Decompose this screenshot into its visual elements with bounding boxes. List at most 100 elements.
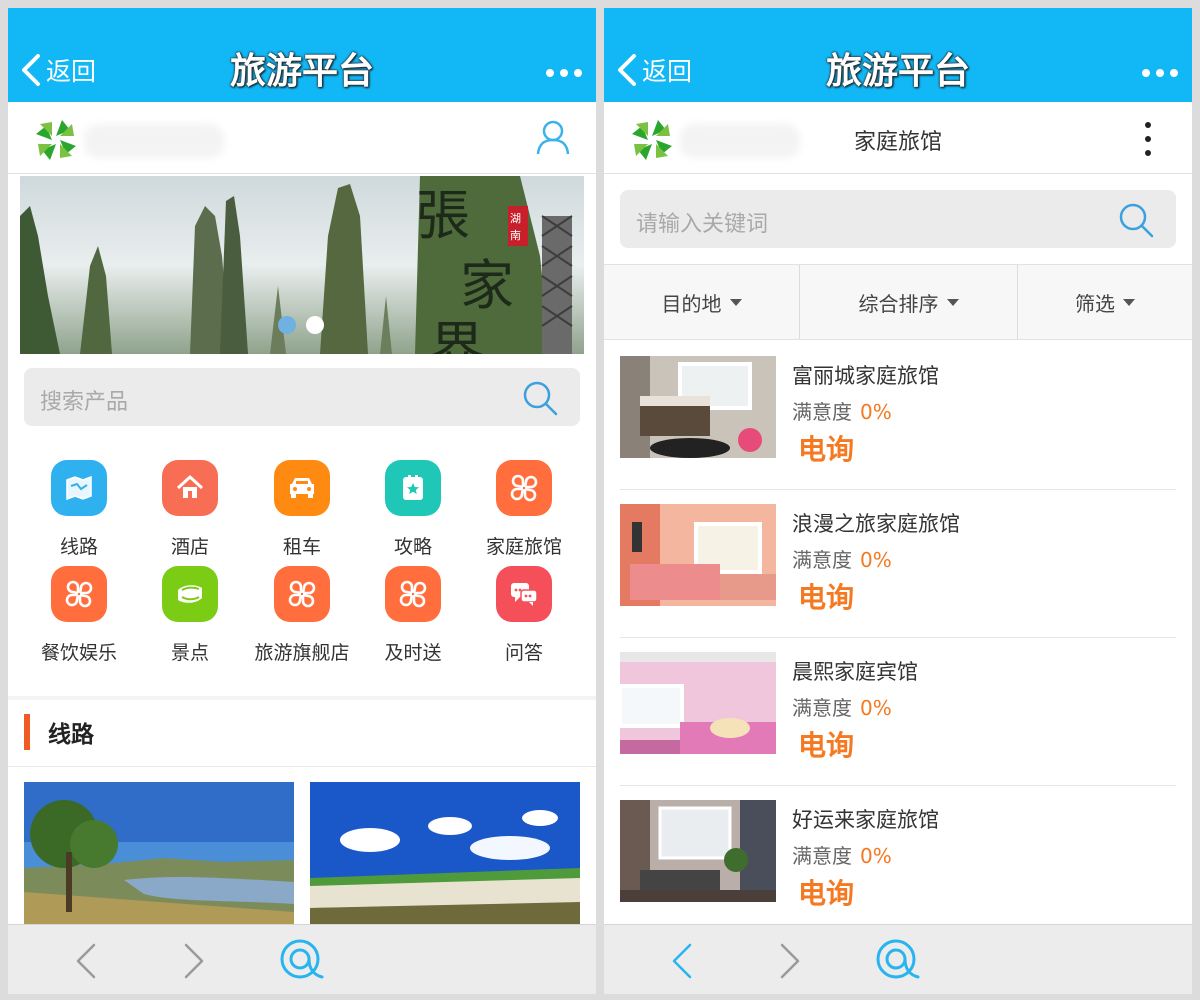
category-label: 家庭旅馆 — [485, 536, 562, 558]
page-header: 家庭旅馆 — [604, 102, 1192, 174]
browser-back-icon[interactable] — [74, 943, 98, 979]
section-title: 线路 — [48, 722, 94, 748]
banner-image: 張 家 界 湖 南 — [20, 176, 584, 354]
browser-home-icon[interactable] — [876, 939, 920, 981]
clover-icon — [274, 566, 330, 622]
family-hotel-screen: 返回 旅游平台 家庭旅馆 请输入关键词 目的地 综合排序 筛选 富丽城家庭旅馆 … — [604, 8, 1192, 994]
filter-sort[interactable]: 综合排序 — [800, 265, 1018, 339]
route-card-1-image[interactable] — [24, 782, 294, 926]
filter-destination[interactable]: 目的地 — [604, 265, 800, 339]
satisfaction-label: 满意度 — [792, 844, 852, 868]
satisfaction-value: 0% — [860, 400, 892, 424]
site-name-blurred — [84, 124, 224, 158]
category-label: 问答 — [504, 642, 543, 664]
section-divider — [8, 696, 596, 700]
filter-destination-label: 目的地 — [661, 291, 722, 316]
carousel-dot-1[interactable] — [278, 316, 296, 334]
search-placeholder: 请输入关键词 — [636, 212, 769, 237]
banner-calligraphy-1: 張 — [416, 184, 470, 247]
category-label: 攻略 — [393, 536, 432, 558]
category-6[interactable]: 餐饮娱乐 — [23, 566, 135, 665]
route-card-2-image[interactable] — [310, 782, 580, 926]
listing-name: 好运来家庭旅馆 — [792, 808, 939, 832]
car-icon — [274, 460, 330, 516]
category-2[interactable]: 酒店 — [134, 460, 246, 559]
banner-seal-line-2: 南 — [510, 229, 521, 242]
category-4[interactable]: 攻略 — [357, 460, 469, 559]
banner-calligraphy-3: 界 — [430, 316, 484, 354]
filter-sort-label: 综合排序 — [858, 291, 939, 316]
caret-down-icon — [1123, 298, 1135, 306]
category-label: 租车 — [282, 536, 321, 558]
browser-forward-icon[interactable] — [778, 943, 802, 979]
guide-icon — [385, 460, 441, 516]
listing-satisfaction: 满意度 0% — [792, 840, 892, 869]
category-label: 及时送 — [384, 642, 442, 664]
browser-back-icon[interactable] — [670, 943, 694, 979]
category-label: 景点 — [170, 642, 209, 664]
satisfaction-label: 满意度 — [792, 696, 852, 720]
listing-item[interactable]: 好运来家庭旅馆 满意度 0% 电询 — [604, 786, 1192, 934]
user-icon[interactable] — [536, 120, 570, 156]
listing-photo[interactable] — [620, 652, 776, 754]
listing-item[interactable]: 晨熙家庭宾馆 满意度 0% 电询 — [604, 638, 1192, 786]
banner-calligraphy-2: 家 — [460, 254, 514, 317]
listing-photo[interactable] — [620, 504, 776, 606]
satisfaction-value: 0% — [860, 696, 892, 720]
category-3[interactable]: 租车 — [246, 460, 358, 559]
category-10[interactable]: 问答 — [468, 566, 580, 665]
category-label: 餐饮娱乐 — [40, 642, 117, 664]
app-title: 旅游平台 — [825, 51, 970, 92]
listing-photo[interactable] — [620, 356, 776, 458]
carousel-dot-2[interactable] — [306, 316, 324, 334]
browser-forward-icon[interactable] — [182, 943, 206, 979]
listing-name: 晨熙家庭宾馆 — [792, 660, 918, 684]
banner-carousel[interactable]: 張 家 界 湖 南 — [20, 176, 584, 354]
search-icon[interactable] — [1118, 202, 1154, 238]
browser-bottom-nav — [8, 924, 596, 994]
category-label: 旅游旗舰店 — [254, 642, 350, 664]
filter-screen-label: 筛选 — [1075, 291, 1115, 316]
listing-name: 浪漫之旅家庭旅馆 — [792, 512, 960, 536]
listing-price: 电询 — [798, 581, 855, 614]
category-5[interactable]: 家庭旅馆 — [468, 460, 580, 559]
home-icon — [162, 460, 218, 516]
browser-bottom-nav — [604, 924, 1192, 994]
section-header-line — [8, 766, 596, 767]
listing-item[interactable]: 浪漫之旅家庭旅馆满意度 0% 电询 — [604, 490, 1192, 638]
listing-item[interactable]: 富丽城家庭旅馆 满意度 0% 电询 — [604, 342, 1192, 490]
category-8[interactable]: 旅游旗舰店 — [246, 566, 358, 665]
more-menu-button[interactable] — [1142, 66, 1178, 80]
keyword-search-input[interactable]: 请输入关键词 — [620, 190, 1176, 248]
site-logo — [36, 120, 76, 160]
clover-icon — [496, 460, 552, 516]
more-menu-button[interactable] — [546, 66, 582, 80]
page-title: 家庭旅馆 — [853, 130, 942, 155]
title-bar: 返回 旅游平台 — [8, 8, 596, 102]
listing-satisfaction: 满意度 0% — [792, 396, 892, 425]
site-header — [8, 102, 596, 174]
caret-down-icon — [946, 298, 959, 306]
listing-satisfaction: 满意度 0% — [792, 692, 892, 721]
listing-photo[interactable] — [620, 800, 776, 902]
search-placeholder: 搜索产品 — [40, 390, 129, 415]
listing-price: 电询 — [798, 729, 855, 762]
category-1[interactable]: 线路 — [23, 460, 135, 559]
section-accent-bar — [24, 714, 30, 750]
satisfaction-value: 0% — [860, 548, 892, 572]
product-search-input[interactable]: 搜索产品 — [24, 368, 580, 426]
category-9[interactable]: 及时送 — [357, 566, 469, 665]
category-label: 线路 — [59, 536, 98, 558]
category-label: 酒店 — [170, 536, 209, 558]
filter-screen[interactable]: 筛选 — [1018, 265, 1192, 339]
satisfaction-value: 0% — [860, 844, 892, 868]
kebab-menu-button[interactable] — [1144, 122, 1152, 156]
title-bar: 返回 旅游平台 — [604, 8, 1192, 102]
browser-home-icon[interactable] — [280, 939, 324, 981]
search-icon[interactable] — [522, 380, 558, 416]
banner-seal-line-1: 湖 — [510, 212, 521, 225]
listing-satisfaction: 满意度 0% — [792, 544, 892, 573]
section-header: 线路 — [24, 712, 94, 752]
listing-price: 电询 — [798, 877, 855, 910]
category-7[interactable]: 景点 — [134, 566, 246, 665]
